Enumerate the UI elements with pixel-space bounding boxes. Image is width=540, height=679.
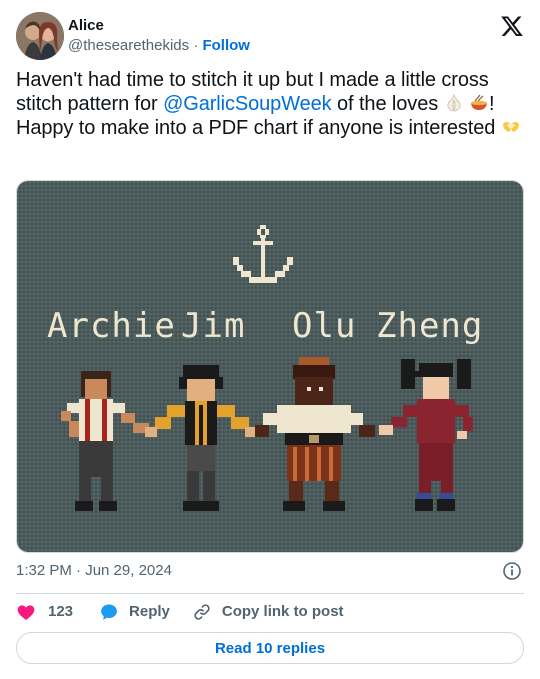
tweet-header: Alice @thesearethekids · Follow bbox=[16, 12, 524, 60]
mention-link[interactable]: @GarlicSoupWeek bbox=[163, 93, 332, 115]
name-label-olu: Olu bbox=[292, 306, 356, 346]
author-block: Alice @thesearethekids · Follow bbox=[68, 16, 250, 56]
follow-button[interactable]: Follow bbox=[202, 37, 250, 54]
name-label-zheng: Zheng bbox=[376, 306, 483, 346]
tweet-timestamp[interactable]: 1:32 PM · Jun 29, 2024 bbox=[16, 560, 172, 582]
reply-bubble-icon bbox=[101, 604, 117, 620]
x-logo-icon[interactable] bbox=[500, 14, 524, 38]
divider bbox=[16, 593, 524, 594]
author-display-name[interactable]: Alice bbox=[68, 16, 250, 36]
link-icon bbox=[194, 604, 210, 620]
garlic-emoji-icon bbox=[446, 93, 461, 112]
tweet-text: Haven't had time to stitch it up but I m… bbox=[16, 68, 521, 140]
tweet-text-part2: of the loves bbox=[331, 93, 444, 115]
author-handle[interactable]: @thesearethekids bbox=[68, 37, 189, 54]
avatar[interactable] bbox=[16, 12, 64, 60]
avatar-photo bbox=[16, 12, 64, 60]
reply-button[interactable]: Reply bbox=[99, 602, 170, 622]
cross-stitch-pattern: Archie Jim Olu Zheng bbox=[17, 181, 523, 552]
like-button[interactable]: 123 bbox=[16, 602, 73, 622]
copy-link-button[interactable]: Copy link to post bbox=[192, 602, 344, 622]
name-label-archie: Archie bbox=[47, 306, 176, 346]
reply-label: Reply bbox=[129, 603, 170, 620]
copy-link-label: Copy link to post bbox=[221, 603, 344, 620]
handle-separator: · bbox=[193, 37, 199, 54]
read-replies-button[interactable]: Read 10 replies bbox=[16, 632, 524, 664]
author-handle-row: @thesearethekids · Follow bbox=[68, 36, 250, 56]
info-icon[interactable] bbox=[502, 561, 522, 581]
heart-icon bbox=[17, 605, 35, 620]
soup-bowl-emoji-icon bbox=[471, 94, 488, 110]
heart-hands-emoji-icon bbox=[502, 122, 519, 132]
cross-stitch-image[interactable]: Archie Jim Olu Zheng bbox=[16, 180, 524, 553]
read-replies-label: Read 10 replies bbox=[214, 639, 326, 657]
tweet-embed-card: Alice @thesearethekids · Follow Haven't … bbox=[0, 0, 540, 679]
name-label-jim: Jim bbox=[181, 306, 245, 346]
like-count: 123 bbox=[48, 603, 74, 620]
action-bar: 123 Reply Copy link to post bbox=[16, 601, 344, 623]
